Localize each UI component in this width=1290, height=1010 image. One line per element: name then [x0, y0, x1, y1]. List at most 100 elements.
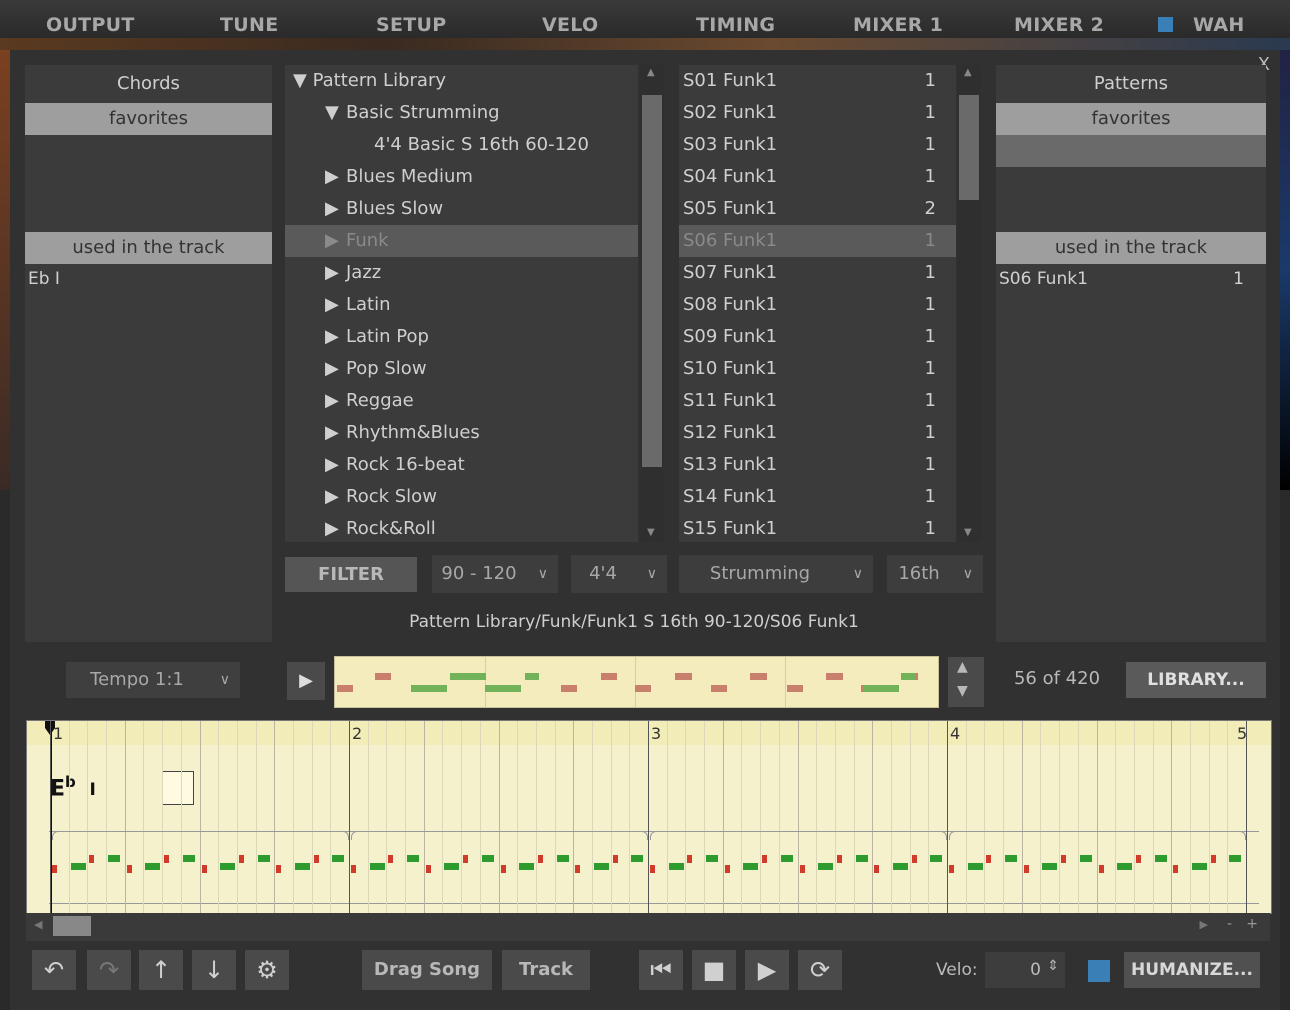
pattern-row[interactable]: S08 Funk1 1 [679, 289, 956, 321]
move-up-button[interactable]: ↑ [139, 950, 183, 990]
expand-arrow-icon[interactable]: ▶ [325, 449, 339, 481]
pattern-block[interactable] [351, 831, 648, 840]
scroll-down-icon[interactable]: ▼ [964, 527, 972, 538]
loop-button[interactable]: ⟳ [798, 950, 842, 990]
expand-arrow-icon[interactable]: ▶ [325, 385, 339, 417]
favorite-slot[interactable] [996, 135, 1266, 167]
preview-note [485, 685, 521, 692]
pattern-block[interactable] [949, 831, 1246, 840]
scroll-up-icon[interactable]: ▲ [647, 67, 655, 78]
up-arrow-icon[interactable]: ▲ [957, 659, 968, 675]
tab-tune[interactable]: TUNE [220, 14, 278, 36]
expand-arrow-icon[interactable]: ▶ [325, 257, 339, 289]
library-button[interactable]: LIBRARY... [1126, 662, 1266, 698]
timeline-scrollbar[interactable]: ◀ ▶ - + [26, 913, 1270, 941]
velo-stepper[interactable]: 0 ⇕ [985, 952, 1065, 988]
preview-note [901, 673, 915, 680]
tab-wah[interactable]: WAH [1193, 14, 1245, 36]
pattern-row[interactable]: S14 Funk1 1 [679, 481, 956, 513]
patterns-favorites-header[interactable]: favorites [996, 103, 1266, 135]
timeline-scroll-thumb[interactable] [53, 916, 91, 936]
chords-favorites-header[interactable]: favorites [25, 103, 272, 135]
move-down-button[interactable]: ↓ [192, 950, 236, 990]
tab-mixer-2[interactable]: MIXER 2 [1014, 14, 1104, 36]
pattern-row[interactable]: S12 Funk1 1 [679, 417, 956, 449]
pattern-list-scrollbar[interactable]: ▲ ▼ [957, 65, 981, 542]
pattern-row[interactable]: S11 Funk1 1 [679, 385, 956, 417]
pattern-row[interactable]: S06 Funk1 1 [679, 225, 956, 257]
undo-button[interactable]: ↶ [32, 950, 76, 990]
chord-item[interactable]: Eb I [28, 269, 60, 289]
humanize-toggle[interactable] [1088, 960, 1110, 982]
expand-arrow-icon[interactable]: ▶ [325, 193, 339, 225]
tree-scrollbar[interactable]: ▲ ▼ [640, 65, 664, 542]
drag-song-button[interactable]: Drag Song [362, 950, 492, 990]
redo-button[interactable]: ↷ [87, 950, 131, 990]
expand-arrow-icon[interactable]: ▶ [325, 321, 339, 353]
collapse-arrow-icon[interactable]: ▼ [325, 97, 339, 129]
subbeat-line [1040, 721, 1042, 913]
pattern-name: S08 Funk1 [683, 294, 778, 315]
timeline-note [1098, 865, 1104, 873]
scroll-up-icon[interactable]: ▲ [964, 67, 972, 78]
pattern-row[interactable]: S03 Funk1 1 [679, 129, 956, 161]
expand-arrow-icon[interactable]: ▶ [325, 513, 339, 542]
expand-arrow-icon[interactable]: ▶ [325, 353, 339, 385]
scroll-down-icon[interactable]: ▼ [647, 527, 655, 538]
down-arrow-icon[interactable]: ▼ [957, 683, 968, 699]
tab-mixer-1[interactable]: MIXER 1 [853, 14, 943, 36]
scroll-right-icon[interactable]: ▶ [1200, 918, 1208, 931]
pattern-row[interactable]: S01 Funk1 1 [679, 65, 956, 97]
expand-arrow-icon[interactable]: ▶ [325, 161, 339, 193]
humanize-button[interactable]: HUMANIZE... [1124, 952, 1260, 988]
style-dropdown[interactable]: Strumming ∨ [679, 555, 873, 593]
expand-arrow-icon[interactable]: ▶ [325, 481, 339, 513]
tree-root[interactable]: ▼ Pattern Library [293, 65, 446, 97]
pattern-row[interactable]: S09 Funk1 1 [679, 321, 956, 353]
rewind-button[interactable]: ⏮ [639, 950, 683, 990]
tree-scroll-thumb[interactable] [642, 95, 662, 467]
tab-output[interactable]: OUTPUT [46, 14, 135, 36]
chord-label[interactable]: Eb I [50, 773, 96, 801]
timeline-ruler[interactable] [27, 721, 1271, 745]
tab-velo[interactable]: VELO [542, 14, 598, 36]
pattern-row[interactable]: S10 Funk1 1 [679, 353, 956, 385]
pattern-row[interactable]: S07 Funk1 1 [679, 257, 956, 289]
pattern-row[interactable]: S02 Funk1 1 [679, 97, 956, 129]
zoom-in-icon[interactable]: + [1246, 916, 1258, 932]
pattern-scroll-thumb[interactable] [959, 95, 979, 200]
tempo-range-dropdown[interactable]: 90 - 120 ∨ [432, 555, 558, 593]
pattern-row[interactable]: S05 Funk1 2 [679, 193, 956, 225]
stop-button[interactable]: ■ [692, 950, 736, 990]
track-timeline[interactable]: Eb I 1 2 3 4 5 [26, 720, 1272, 914]
patterns-used-header[interactable]: used in the track [996, 232, 1266, 264]
pattern-stepper[interactable]: ▲ ▼ [948, 657, 984, 707]
pattern-row[interactable]: S15 Funk1 1 [679, 513, 956, 542]
filter-button[interactable]: FILTER [285, 557, 417, 592]
resolution-dropdown[interactable]: 16th ∨ [887, 555, 983, 593]
expand-arrow-icon[interactable]: ▶ [325, 417, 339, 449]
track-button[interactable]: Track [502, 950, 590, 990]
play-button[interactable]: ▶ [745, 950, 789, 990]
tab-setup[interactable]: SETUP [376, 14, 446, 36]
pattern-block[interactable] [52, 831, 349, 840]
expand-arrow-icon[interactable]: ▶ [325, 225, 339, 257]
scroll-left-icon[interactable]: ◀ [34, 918, 42, 931]
pattern-block[interactable] [650, 831, 947, 840]
chords-used-header[interactable]: used in the track [25, 232, 272, 264]
expand-arrow-icon[interactable]: ▶ [325, 289, 339, 321]
tab-timing[interactable]: TIMING [696, 14, 775, 36]
pattern-row[interactable]: S13 Funk1 1 [679, 449, 956, 481]
used-pattern-name[interactable]: S06 Funk1 [999, 269, 1088, 289]
wah-toggle[interactable] [1158, 17, 1173, 32]
zoom-out-icon[interactable]: - [1227, 916, 1232, 932]
meter-dropdown[interactable]: 4'4 ∨ [571, 555, 667, 593]
preview-play-button[interactable]: ▶ [287, 662, 325, 700]
pattern-row[interactable]: S04 Funk1 1 [679, 161, 956, 193]
stepper-arrows-icon[interactable]: ⇕ [1047, 958, 1059, 974]
chord-slot-box[interactable] [162, 771, 194, 805]
subbeat-line [965, 721, 967, 913]
tree-item[interactable]: ▶ Funk [285, 225, 638, 257]
tempo-select[interactable]: Tempo 1:1 ∨ [66, 662, 240, 698]
settings-button[interactable]: ⚙ [245, 950, 289, 990]
